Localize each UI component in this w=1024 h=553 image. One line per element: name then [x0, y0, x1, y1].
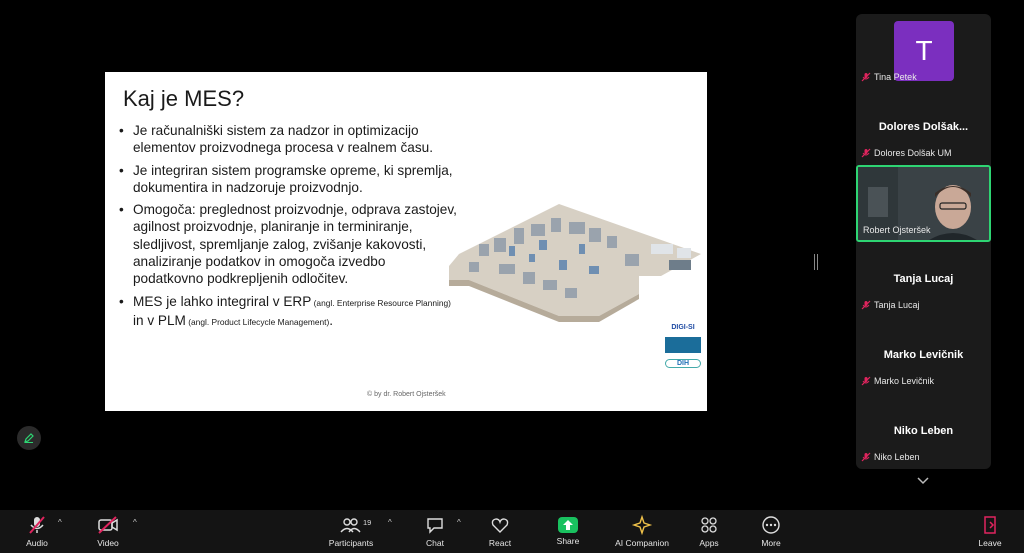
- share-screen-icon: [558, 517, 578, 533]
- apps-icon: [701, 517, 717, 533]
- mic-muted-icon: [861, 452, 871, 462]
- scroll-down-chevron-icon[interactable]: [915, 474, 931, 488]
- chat-button[interactable]: Chat: [420, 514, 450, 548]
- sparkle-icon: [631, 514, 653, 536]
- partner-logos: DIGI-SI DIH: [665, 324, 701, 374]
- participant-name-label: Niko Leben: [861, 452, 920, 462]
- slide-bullet: Je integriran sistem programske opreme, …: [119, 162, 459, 197]
- panel-resize-handle[interactable]: [814, 254, 818, 270]
- share-button[interactable]: Share: [552, 514, 584, 546]
- participants-gallery: T Tina Petek Dolores Dolšak... Dolores D…: [856, 14, 991, 469]
- slide-bullet: Je računalniški sistem za nadzor in opti…: [119, 122, 459, 157]
- participant-tile[interactable]: Tanja Lucaj Tanja Lucaj: [856, 242, 991, 318]
- participant-tile[interactable]: Dolores Dolšak... Dolores Dolšak UM: [856, 90, 991, 166]
- participant-name-label: Tina Petek: [861, 72, 917, 82]
- participant-tile[interactable]: T Tina Petek: [856, 14, 991, 90]
- mic-muted-icon: [861, 300, 871, 310]
- participants-options-caret[interactable]: ^: [388, 518, 392, 527]
- slide-bullet: MES je lahko integriral v ERP (angl. Ent…: [119, 293, 459, 332]
- government-logo: [665, 337, 701, 353]
- slide-title: Kaj je MES?: [123, 86, 245, 111]
- mic-muted-icon: [861, 148, 871, 158]
- mic-muted-icon: [29, 516, 45, 534]
- digi-si-logo: DIGI-SI: [671, 324, 695, 331]
- participant-name-label: Dolores Dolšak UM: [861, 148, 952, 158]
- participant-tile[interactable]: Niko Leben Niko Leben: [856, 394, 991, 469]
- slide-bullet-list: Je računalniški sistem za nadzor in opti…: [119, 122, 459, 336]
- audio-button[interactable]: Audio: [18, 514, 56, 548]
- ai-companion-button[interactable]: AI Companion: [610, 514, 674, 548]
- leave-door-icon: [984, 516, 996, 534]
- annotate-button[interactable]: [17, 426, 41, 450]
- meeting-toolbar: Audio ^ Video ^ Participants 19 ^ Chat ^…: [0, 510, 1024, 553]
- audio-options-caret[interactable]: ^: [58, 518, 62, 527]
- participant-name-label: Robert Ojsteršek: [863, 225, 931, 235]
- video-button[interactable]: Video: [90, 514, 126, 548]
- heart-icon: [491, 518, 509, 533]
- presentation-slide: Kaj je MES? Je računalniški sistem za na…: [105, 72, 707, 411]
- participant-name-label: Tanja Lucaj: [861, 300, 920, 310]
- camera-off-icon: [98, 516, 118, 534]
- more-icon: [762, 516, 780, 534]
- slide-copyright: © by dr. Robert Ojsteršek: [367, 391, 446, 398]
- apps-button[interactable]: Apps: [694, 514, 724, 548]
- react-button[interactable]: React: [484, 514, 516, 548]
- mic-muted-icon: [861, 376, 871, 386]
- participant-name-label: Marko Levičnik: [861, 376, 934, 386]
- participant-video-tile[interactable]: Robert Ojsteršek: [856, 165, 991, 242]
- dih-logo: DIH: [665, 359, 701, 368]
- leave-button[interactable]: Leave: [975, 514, 1005, 548]
- slide-bullet: Omogoča: preglednost proizvodnje, odprav…: [119, 201, 459, 287]
- more-button[interactable]: More: [756, 514, 786, 548]
- participants-count: 19: [363, 518, 372, 527]
- factory-illustration: [449, 204, 701, 322]
- chat-icon: [427, 518, 443, 534]
- video-options-caret[interactable]: ^: [133, 518, 137, 527]
- participants-icon: [340, 518, 361, 533]
- participant-tile[interactable]: Marko Levičnik Marko Levičnik: [856, 318, 991, 394]
- chat-options-caret[interactable]: ^: [457, 518, 461, 527]
- pencil-icon: [24, 433, 34, 443]
- mic-muted-icon: [861, 72, 871, 82]
